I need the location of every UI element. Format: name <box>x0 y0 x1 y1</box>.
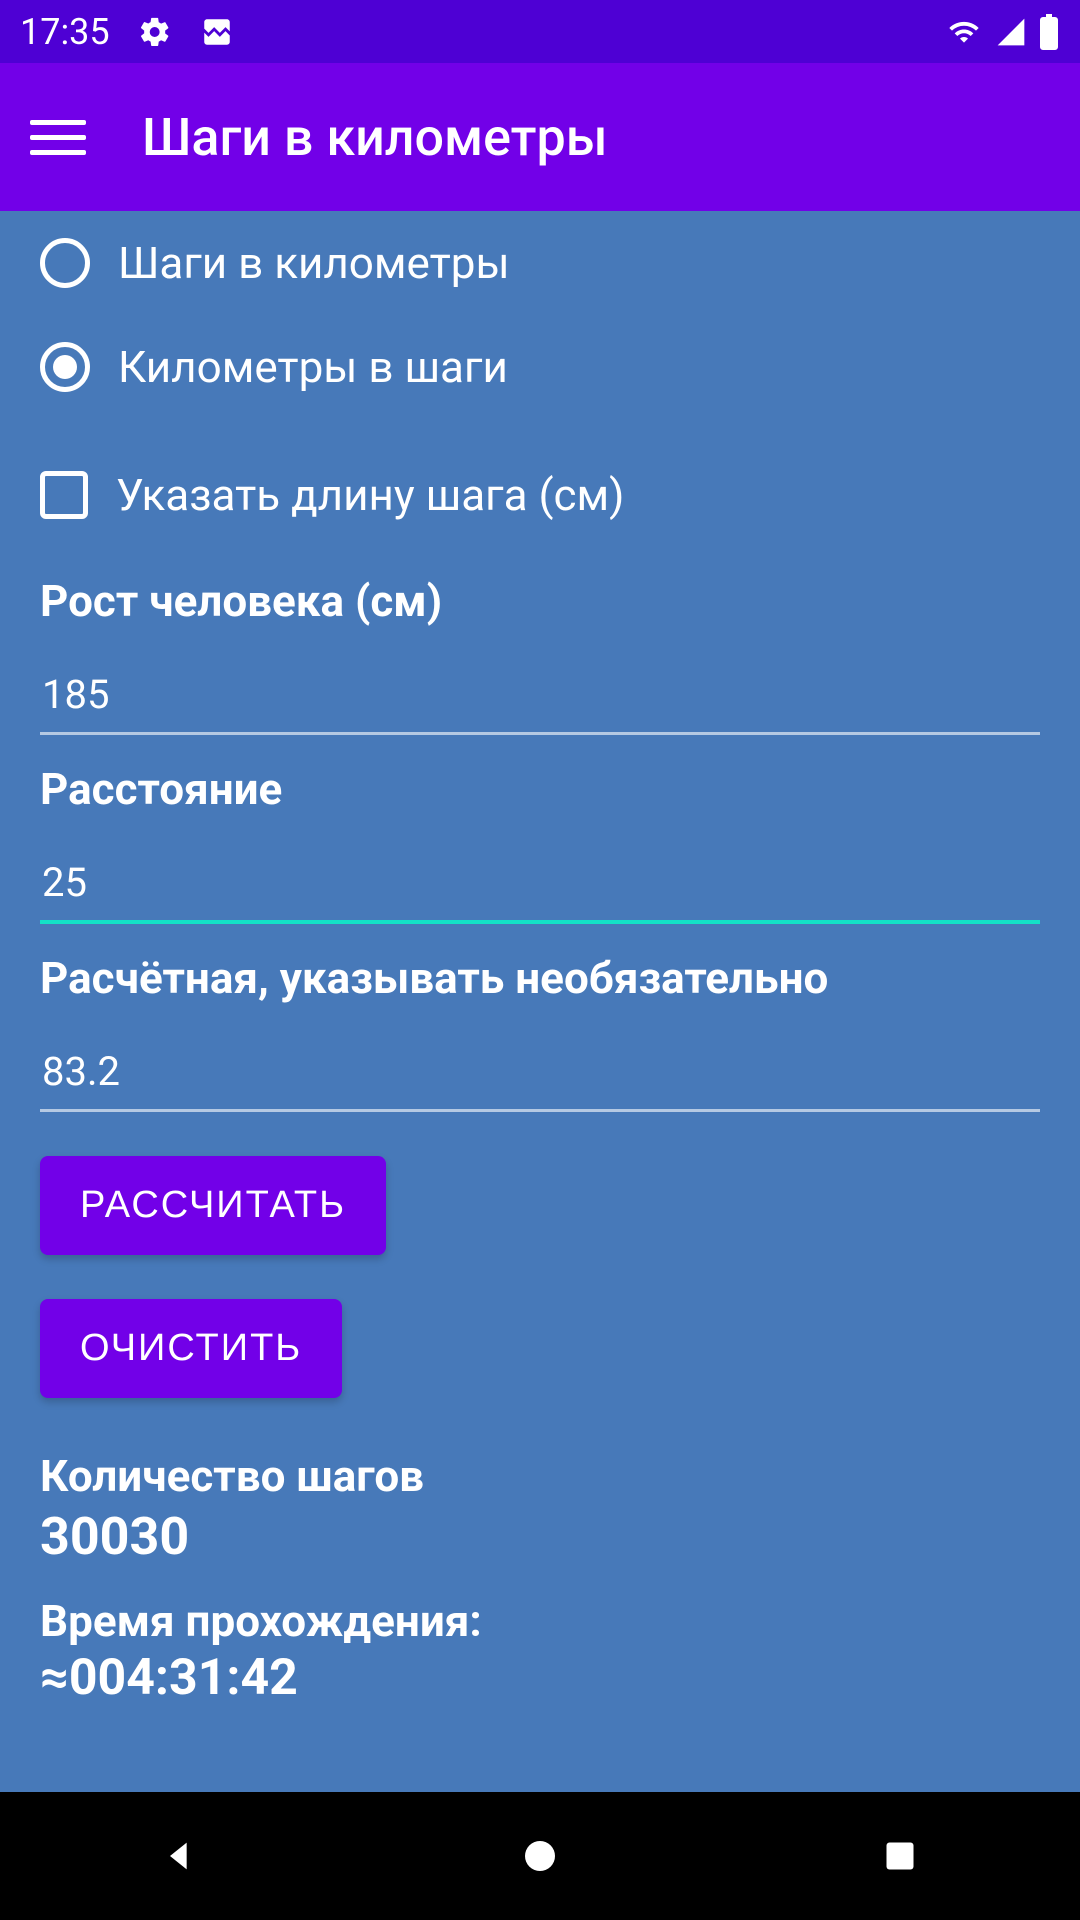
checkbox-step-length[interactable]: Указать длину шага (см) <box>40 443 1040 547</box>
app-title: Шаги в километры <box>142 107 608 168</box>
calculate-button[interactable]: РАССЧИТАТЬ <box>40 1156 386 1255</box>
checkbox-label: Указать длину шага (см) <box>116 469 625 521</box>
distance-input[interactable] <box>40 851 1040 924</box>
wifi-icon <box>944 16 984 48</box>
time-label: Время прохождения: <box>40 1595 1040 1647</box>
radio-label: Километры в шаги <box>118 341 508 393</box>
status-time: 17:35 <box>20 11 110 53</box>
nav-back-button[interactable] <box>150 1826 210 1886</box>
calculated-input[interactable] <box>40 1040 1040 1112</box>
radio-label: Шаги в километры <box>118 237 510 289</box>
distance-label: Расстояние <box>40 763 1040 815</box>
nav-recent-button[interactable] <box>870 1826 930 1886</box>
height-label: Рост человека (см) <box>40 575 1040 627</box>
checkbox-icon <box>40 471 88 519</box>
status-right <box>944 14 1060 50</box>
status-bar: 17:35 <box>0 0 1080 63</box>
radio-steps-to-km[interactable]: Шаги в километры <box>40 211 1040 315</box>
navigation-bar <box>0 1792 1080 1920</box>
height-input[interactable] <box>40 663 1040 735</box>
menu-icon[interactable] <box>30 109 86 165</box>
radio-km-to-steps[interactable]: Километры в шаги <box>40 315 1040 419</box>
broken-image-icon <box>200 15 234 49</box>
nav-home-button[interactable] <box>510 1826 570 1886</box>
status-left: 17:35 <box>20 11 234 53</box>
time-value: ≈004:31:42 <box>40 1649 1040 1707</box>
steps-count-value: 30030 <box>40 1506 1040 1567</box>
app-bar: Шаги в километры <box>0 63 1080 211</box>
radio-icon <box>40 342 90 392</box>
clear-button[interactable]: ОЧИСТИТЬ <box>40 1299 342 1398</box>
content-area: Шаги в километры Километры в шаги Указат… <box>0 211 1080 1792</box>
battery-icon <box>1038 14 1060 50</box>
radio-icon <box>40 238 90 288</box>
steps-count-label: Количество шагов <box>40 1450 1040 1502</box>
settings-icon <box>138 15 172 49</box>
calculated-label: Расчётная, указывать необязательно <box>40 952 1040 1004</box>
signal-icon <box>994 16 1028 48</box>
